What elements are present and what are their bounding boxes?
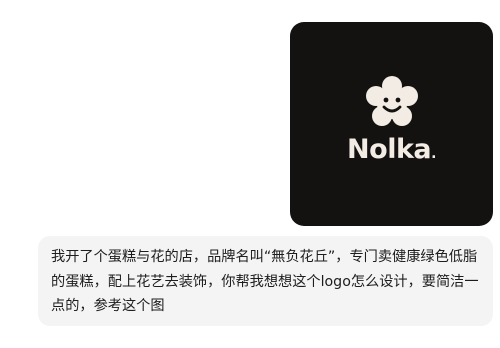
flower-smile-icon [366, 76, 418, 126]
brand-dot: . [431, 146, 436, 162]
user-message-bubble: 我开了个蛋糕与花的店，品牌名叫“無负花丘”，专门卖健康绿色低脂的蛋糕，配上花艺去… [38, 236, 493, 326]
brand-name: Nolka [347, 134, 432, 165]
user-message-text: 我开了个蛋糕与花的店，品牌名叫“無负花丘”，专门卖健康绿色低脂的蛋糕，配上花艺去… [51, 249, 479, 314]
brand-wordmark: Nolka. [290, 134, 493, 165]
attached-image[interactable]: Nolka. [290, 22, 493, 226]
